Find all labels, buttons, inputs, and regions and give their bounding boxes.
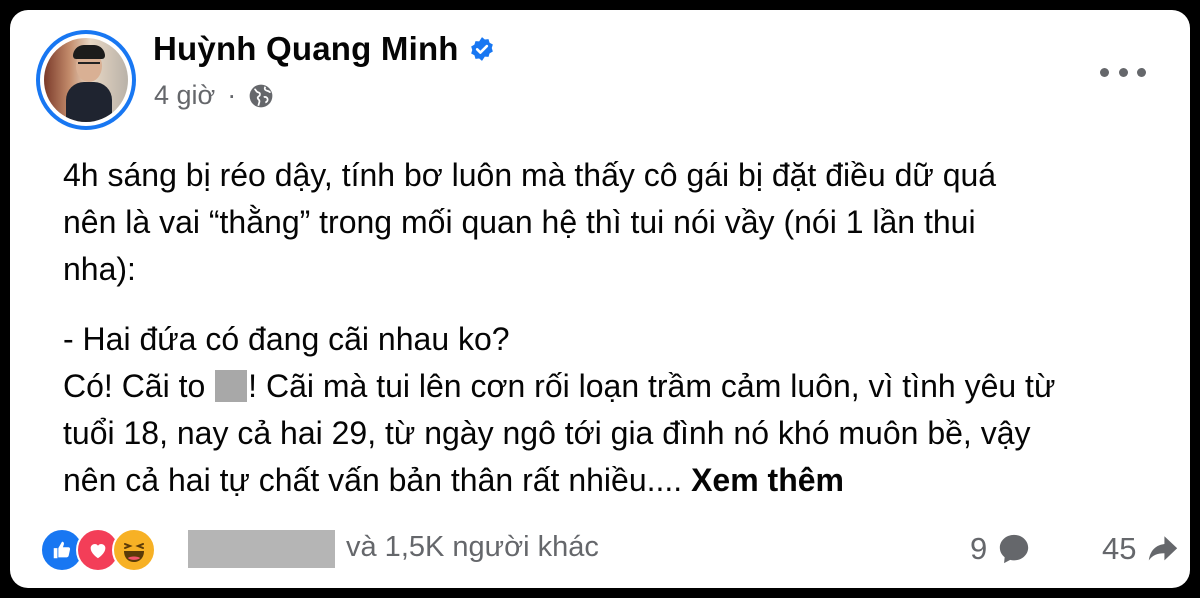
post-answer-line: tuổi 18, nay cả hai 29, từ ngày ngô tới … xyxy=(63,415,1031,451)
post-text-line: nha): xyxy=(63,251,136,287)
avatar[interactable] xyxy=(36,30,136,130)
see-more-link[interactable]: Xem thêm xyxy=(691,462,844,498)
post-body: 4h sáng bị réo dậy, tính bơ luôn mà thấy… xyxy=(63,152,1153,504)
post-answer-line: Có! Cãi to ! Cãi mà tui lên cơn rối loạn… xyxy=(63,368,1056,404)
author-name[interactable]: Huỳnh Quang Minh xyxy=(153,30,459,68)
author-row: Huỳnh Quang Minh xyxy=(153,30,495,68)
verified-badge-icon xyxy=(470,37,493,61)
meta-separator: · xyxy=(227,80,237,110)
censored-block xyxy=(215,370,248,402)
share-icon xyxy=(1149,536,1178,561)
post-footer: và 1,5K người khác 9 45 xyxy=(40,528,1178,572)
reaction-icons[interactable] xyxy=(40,528,156,572)
post-question: - Hai đứa có đang cãi nhau ko? xyxy=(63,321,510,357)
post-text-line: 4h sáng bị réo dậy, tính bơ luôn mà thấy… xyxy=(63,157,997,193)
post-card: Huỳnh Quang Minh 4 giờ · 4h sáng bị réo … xyxy=(10,10,1190,588)
profile-photo xyxy=(44,38,128,122)
post-time[interactable]: 4 giờ xyxy=(154,80,215,111)
haha-icon xyxy=(112,528,156,572)
comment-icon xyxy=(1000,534,1029,564)
post-answer-line: nên cả hai tự chất vấn bản thân rất nhiề… xyxy=(63,462,844,498)
blurred-reactor-name xyxy=(188,530,335,568)
post-meta: 4 giờ · xyxy=(154,80,274,111)
reaction-others-text[interactable]: và 1,5K người khác xyxy=(346,531,599,564)
comment-count[interactable]: 9 xyxy=(970,531,1031,567)
globe-icon[interactable] xyxy=(248,83,274,109)
share-count[interactable]: 45 xyxy=(1102,531,1180,567)
more-options-icon[interactable] xyxy=(1100,62,1146,82)
post-text-line: nên là vai “thằng” trong mối quan hệ thì… xyxy=(63,204,976,240)
